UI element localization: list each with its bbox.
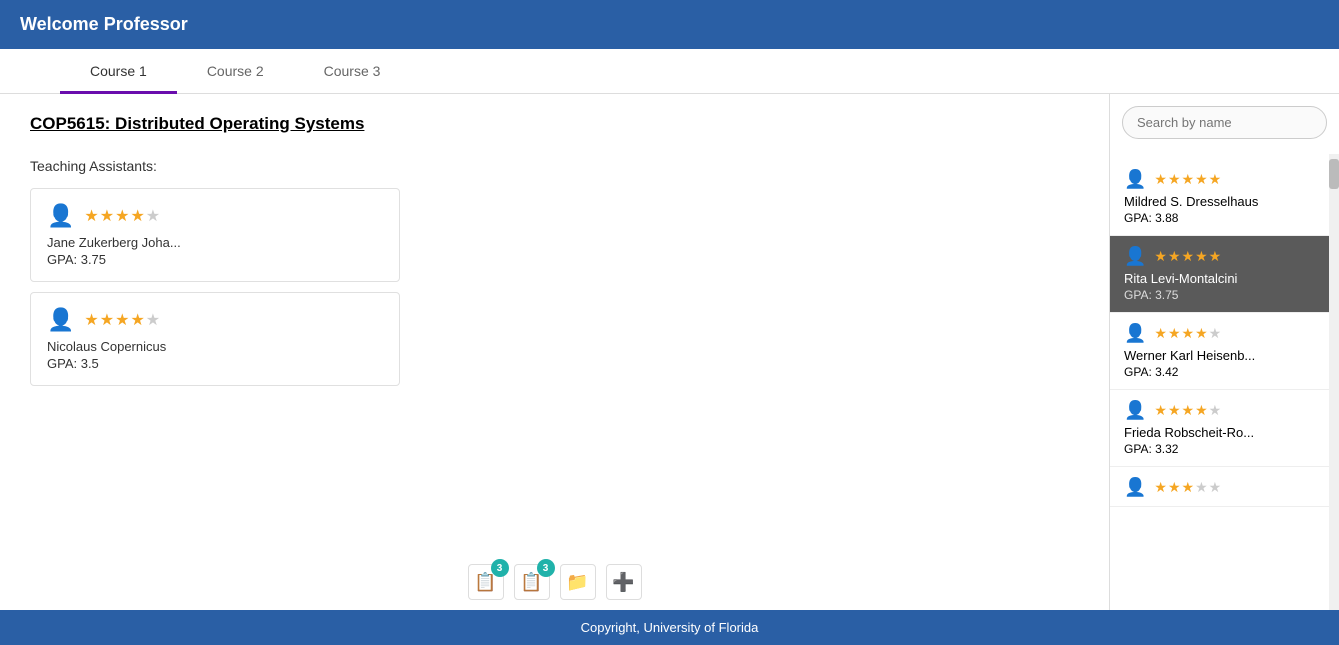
app-header: Welcome Professor — [0, 0, 1339, 49]
course-title: COP5615: Distributed Operating Systems — [30, 114, 1079, 134]
candidate-header-2: 👤 ★ ★ ★ ★ ★ — [1124, 323, 1325, 344]
ta-card-header-0: 👤 ★ ★ ★ ★ ★ — [47, 203, 383, 229]
ta-avatar-0: 👤 — [47, 203, 74, 229]
candidate-name-3: Frieda Robscheit-Ro... — [1124, 425, 1325, 440]
candidate-gpa-2: GPA: 3.42 — [1124, 365, 1325, 379]
badge-1: 3 — [537, 559, 555, 577]
candidate-avatar-1: 👤 — [1124, 246, 1146, 267]
candidate-avatar-2: 👤 — [1124, 323, 1146, 344]
header-title: Welcome Professor — [20, 14, 188, 34]
candidate-avatar-0: 👤 — [1124, 169, 1146, 190]
candidate-avatar-3: 👤 — [1124, 400, 1146, 421]
candidate-card-1[interactable]: 👤 ★ ★ ★ ★ ★ Rita Levi-Montalcini GPA: 3.… — [1110, 236, 1339, 313]
candidate-name-1: Rita Levi-Montalcini — [1124, 271, 1325, 286]
candidate-card-4[interactable]: 👤 ★ ★ ★ ★ ★ — [1110, 467, 1339, 507]
candidate-stars-3: ★ ★ ★ ★ ★ — [1154, 402, 1221, 419]
candidate-name-0: Mildred S. Dresselhaus — [1124, 194, 1325, 209]
candidate-gpa-0: GPA: 3.88 — [1124, 211, 1325, 225]
ta-name-1: Nicolaus Copernicus — [47, 339, 383, 354]
right-scrollbar[interactable] — [1329, 154, 1339, 610]
content-area: COP5615: Distributed Operating Systems T… — [0, 94, 1109, 610]
search-wrapper — [1110, 94, 1339, 151]
ta-list[interactable]: 👤 ★ ★ ★ ★ ★ Jane Zukerberg Joha... GPA: … — [30, 188, 430, 538]
candidate-card-3[interactable]: 👤 ★ ★ ★ ★ ★ Frieda Robscheit-Ro... GPA: … — [1110, 390, 1339, 467]
footer-text: Copyright, University of Florida — [581, 620, 759, 635]
candidate-gpa-1: GPA: 3.75 — [1124, 288, 1325, 302]
candidate-avatar-4: 👤 — [1124, 477, 1146, 498]
candidate-name-2: Werner Karl Heisenb... — [1124, 348, 1325, 363]
ta-stars-1: ★ ★ ★ ★ ★ — [84, 310, 160, 330]
search-input[interactable] — [1122, 106, 1327, 139]
candidate-card-2[interactable]: 👤 ★ ★ ★ ★ ★ Werner Karl Heisenb... GPA: … — [1110, 313, 1339, 390]
candidate-header-4: 👤 ★ ★ ★ ★ ★ — [1124, 477, 1325, 498]
ta-gpa-0: GPA: 3.75 — [47, 252, 383, 267]
main-content: COP5615: Distributed Operating Systems T… — [0, 94, 1339, 610]
toolbar-btn-1[interactable]: 📋 3 — [514, 564, 550, 600]
toolbar-btn-2[interactable]: 📁 — [560, 564, 596, 600]
toolbar-btn-3[interactable]: ➕ — [606, 564, 642, 600]
ta-gpa-1: GPA: 3.5 — [47, 356, 383, 371]
ta-name-0: Jane Zukerberg Joha... — [47, 235, 383, 250]
candidate-gpa-3: GPA: 3.32 — [1124, 442, 1325, 456]
candidate-header-0: 👤 ★ ★ ★ ★ ★ — [1124, 169, 1325, 190]
candidate-header-3: 👤 ★ ★ ★ ★ ★ — [1124, 400, 1325, 421]
section-label: Teaching Assistants: — [30, 158, 1079, 174]
add-icon: ➕ — [612, 572, 634, 593]
right-scrollbar-thumb — [1329, 159, 1339, 189]
toolbar-btn-0[interactable]: 📋 3 — [468, 564, 504, 600]
candidate-header-1: 👤 ★ ★ ★ ★ ★ — [1124, 246, 1325, 267]
ta-avatar-1: 👤 — [47, 307, 74, 333]
candidate-stars-1: ★ ★ ★ ★ ★ — [1154, 248, 1221, 265]
footer: Copyright, University of Florida — [0, 610, 1339, 645]
ta-area: 👤 ★ ★ ★ ★ ★ Jane Zukerberg Joha... GPA: … — [30, 188, 430, 538]
right-panel: 👤 ★ ★ ★ ★ ★ Mildred S. Dresselhaus GPA: … — [1109, 94, 1339, 610]
folder-icon: 📁 — [566, 572, 588, 593]
tab-course-2[interactable]: Course 2 — [177, 49, 294, 93]
candidate-stars-0: ★ ★ ★ ★ ★ — [1154, 171, 1221, 188]
ta-stars-0: ★ ★ ★ ★ ★ — [84, 206, 160, 226]
ta-card-0[interactable]: 👤 ★ ★ ★ ★ ★ Jane Zukerberg Joha... GPA: … — [30, 188, 400, 282]
candidate-list: 👤 ★ ★ ★ ★ ★ Mildred S. Dresselhaus GPA: … — [1110, 151, 1339, 610]
tab-bar: Course 1 Course 2 Course 3 — [0, 49, 1339, 94]
bottom-toolbar: 📋 3 📋 3 📁 ➕ — [468, 564, 642, 600]
tab-course-3[interactable]: Course 3 — [294, 49, 411, 93]
candidate-card-0[interactable]: 👤 ★ ★ ★ ★ ★ Mildred S. Dresselhaus GPA: … — [1110, 159, 1339, 236]
tab-course-1[interactable]: Course 1 — [60, 49, 177, 93]
badge-0: 3 — [491, 559, 509, 577]
ta-card-1[interactable]: 👤 ★ ★ ★ ★ ★ Nicolaus Copernicus GPA: 3.5 — [30, 292, 400, 386]
candidate-stars-2: ★ ★ ★ ★ ★ — [1154, 325, 1221, 342]
ta-card-header-1: 👤 ★ ★ ★ ★ ★ — [47, 307, 383, 333]
candidate-stars-4: ★ ★ ★ ★ ★ — [1154, 479, 1221, 496]
